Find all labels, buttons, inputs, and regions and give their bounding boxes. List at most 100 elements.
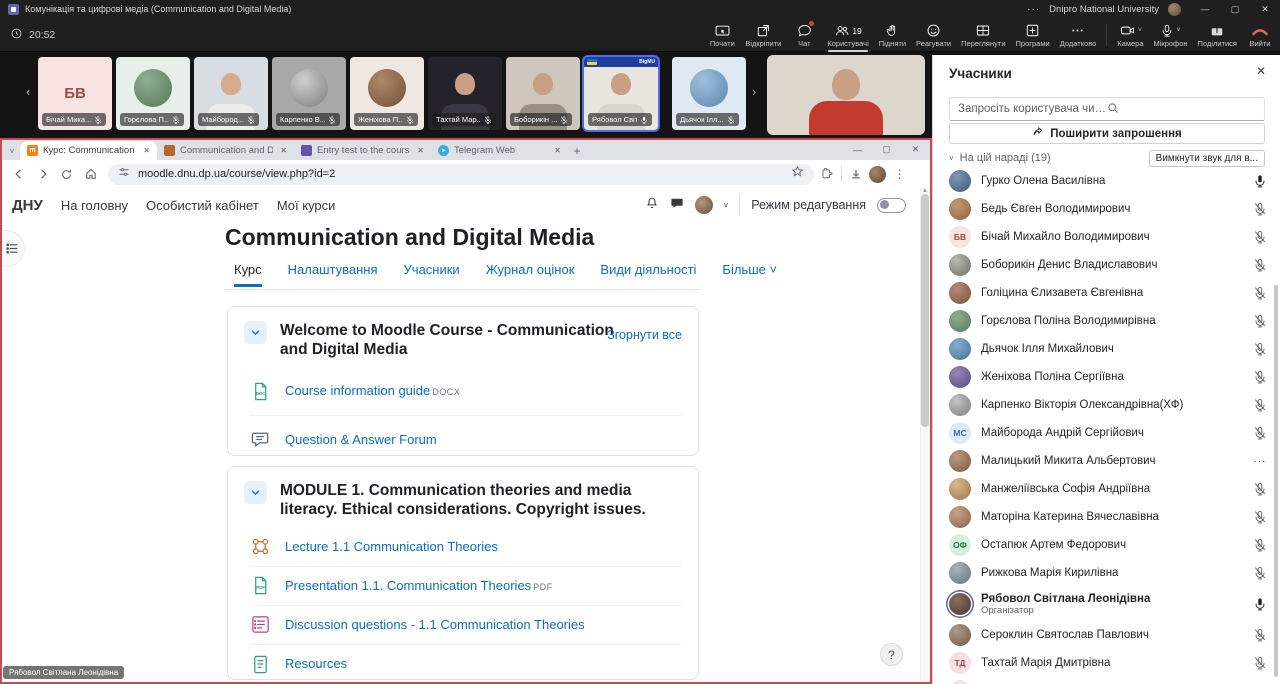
participant-row[interactable]: Боборикін Денис Владиславович <box>933 251 1280 279</box>
course-tab[interactable]: Журнал оцінок <box>486 262 575 284</box>
browser-profile-avatar[interactable] <box>869 166 886 183</box>
browser-menu-icon[interactable]: ⋮ <box>889 164 910 185</box>
browser-tab[interactable]: Communication and Digital Me✕ <box>157 141 294 160</box>
participant-row[interactable]: БВБічай Михайло Володимирович <box>933 223 1280 251</box>
section-collapse-button[interactable] <box>244 321 267 344</box>
toolbar-hand-button[interactable]: Підняти <box>874 18 911 52</box>
chevron-down-icon[interactable]: ˅ <box>1176 27 1180 34</box>
address-bar[interactable]: moodle.dnu.dp.ua/course/view.php?id=2 <box>108 164 814 185</box>
participant-row[interactable]: Манжеліївська Софія Андріївна <box>933 475 1280 503</box>
video-tile[interactable]: Тахтай Мар... <box>428 57 502 130</box>
mic-muted-icon[interactable] <box>1252 314 1268 328</box>
account-avatar[interactable] <box>1168 3 1181 16</box>
panel-close-icon[interactable]: ✕ <box>1256 64 1266 78</box>
toolbar-sharetray-button[interactable]: Поділитися <box>1193 18 1242 52</box>
participant-row[interactable]: Маторіна Катерина Вячеславівна <box>933 503 1280 531</box>
activity-link[interactable]: Presentation 1.1. Communication Theories <box>285 578 531 593</box>
messages-icon[interactable] <box>670 196 684 215</box>
video-tile[interactable]: BigMUРябовол Світла... <box>584 57 658 130</box>
reload-icon[interactable] <box>56 164 77 185</box>
toolbar-people-button[interactable]: 19Користувачі <box>822 18 873 52</box>
participant-row[interactable]: Горєлова Поліна Володимирівна <box>933 307 1280 335</box>
share-invite-button[interactable]: Поширити запрошення <box>949 123 1265 144</box>
forward-icon[interactable] <box>32 164 53 185</box>
course-tab[interactable]: Учасники <box>404 262 460 284</box>
participant-row[interactable]: Голіцина Єлизавета Євгенівна <box>933 279 1280 307</box>
mic-muted-icon[interactable] <box>1252 286 1268 300</box>
mic-on-icon[interactable] <box>1252 597 1268 611</box>
participant-row[interactable]: Гурко Олена Василівна <box>933 167 1280 195</box>
window-close-button[interactable]: ✕ <box>1250 0 1280 18</box>
browser-tab[interactable]: ➤Telegram Web✕ <box>431 141 568 160</box>
page-scrollbar[interactable]: ▲ <box>920 188 930 682</box>
moodle-user-avatar[interactable] <box>695 196 713 214</box>
participant-row[interactable]: Малицький Микита Альбертович··· <box>933 447 1280 475</box>
mic-muted-icon[interactable] <box>1252 398 1268 412</box>
browser-tab[interactable]: mКурс: Communication and Digi✕ <box>20 141 157 160</box>
moodle-nav-link-2[interactable]: Мої курси <box>277 198 336 213</box>
browser-tab[interactable]: Entry test to the course “Comm✕ <box>294 141 431 160</box>
activity-link[interactable]: Course information guide <box>285 383 430 398</box>
toolbar-chat-button[interactable]: Чат <box>786 18 822 52</box>
mic-muted-icon[interactable] <box>1252 258 1268 272</box>
section-collapse-icon[interactable]: ˅ <box>949 154 954 163</box>
participant-row[interactable]: Сероклин Святослав Павлович <box>933 621 1280 649</box>
video-tile[interactable]: Боборикін ... <box>506 57 580 130</box>
toolbar-more-button[interactable]: Додатково <box>1055 18 1102 52</box>
browser-maximize-button[interactable]: ▢ <box>872 140 901 159</box>
mic-on-icon[interactable] <box>1252 174 1268 188</box>
new-tab-button[interactable]: + <box>568 142 586 160</box>
back-icon[interactable] <box>8 164 29 185</box>
participant-row[interactable]: Женіхова Поліна Сергіївна <box>933 363 1280 391</box>
mic-muted-icon[interactable] <box>1252 342 1268 356</box>
participant-row[interactable]: ЧВЧорнобай Поліна Володимирівна <box>933 677 1280 684</box>
mic-muted-icon[interactable] <box>1252 230 1268 244</box>
panel-scrollbar[interactable] <box>1274 285 1278 677</box>
strip-scroll-left-icon[interactable]: ‹ <box>26 84 30 99</box>
mic-muted-icon[interactable] <box>1252 510 1268 524</box>
titlebar-more-icon[interactable]: ··· <box>1027 4 1040 15</box>
course-tab[interactable]: Курс <box>234 262 262 287</box>
invite-search-input[interactable]: Запросіть користувача чи наберіть номер <box>949 97 1265 121</box>
toolbar-camera-button[interactable]: ˅Камера <box>1112 18 1148 52</box>
participant-row[interactable]: МСМайборода Андрій Сергійович <box>933 419 1280 447</box>
window-minimize-button[interactable]: — <box>1190 0 1220 18</box>
activity-link[interactable]: Question & Answer Forum <box>285 432 437 447</box>
moodle-nav-link-0[interactable]: На головну <box>61 198 128 213</box>
account-name[interactable]: Dnipro National University <box>1049 4 1159 15</box>
page-scrollbar-thumb[interactable] <box>921 194 929 427</box>
strip-scroll-right-icon[interactable]: › <box>752 84 756 99</box>
mic-muted-icon[interactable] <box>1252 202 1268 216</box>
mic-muted-icon[interactable] <box>1252 538 1268 552</box>
site-settings-icon[interactable] <box>118 165 130 183</box>
downloads-icon[interactable] <box>845 164 866 185</box>
mic-muted-icon[interactable] <box>1252 656 1268 670</box>
spotlight-video-tile[interactable] <box>767 55 925 135</box>
video-tile[interactable]: Дьячок Ілл... <box>672 57 746 130</box>
activity-link[interactable]: Discussion questions - 1.1 Communication… <box>285 617 585 632</box>
browser-minimize-button[interactable]: — <box>843 140 872 159</box>
activity-link[interactable]: Resources <box>285 656 347 671</box>
mic-muted-icon[interactable] <box>1252 628 1268 642</box>
toolbar-popout-button[interactable]: Відкріпити <box>740 18 786 52</box>
chevron-down-icon[interactable]: ˅ <box>1138 27 1142 34</box>
tab-close-icon[interactable]: ✕ <box>143 146 150 155</box>
video-tile[interactable]: БВБічай Мика... <box>38 57 112 130</box>
video-tile[interactable]: Женіхова П... <box>350 57 424 130</box>
tab-close-icon[interactable]: ✕ <box>554 146 561 155</box>
participant-row[interactable]: Рябовол Світлана ЛеонідівнаОрганізатор <box>933 587 1280 621</box>
course-tab[interactable]: Налаштування <box>288 262 378 284</box>
user-menu-chevron-icon[interactable]: ˅ <box>724 201 729 210</box>
tab-close-icon[interactable]: ✕ <box>417 146 424 155</box>
participant-row[interactable]: ТДТахтай Марія Дмитрівна <box>933 649 1280 677</box>
bookmark-star-icon[interactable] <box>791 165 804 183</box>
toolbar-apps-button[interactable]: Програми <box>1011 18 1055 52</box>
tab-search-icon[interactable]: ˅ <box>4 142 20 160</box>
video-tile[interactable]: Горєлова П... <box>116 57 190 130</box>
toolbar-hangup-button[interactable]: Вийти <box>1242 18 1278 52</box>
mic-muted-icon[interactable] <box>1252 426 1268 440</box>
toolbar-mic-button[interactable]: ˅Мікрофон <box>1149 18 1193 52</box>
mic-muted-icon[interactable] <box>1252 482 1268 496</box>
moodle-nav-link-1[interactable]: Особистий кабінет <box>146 198 259 213</box>
mic-muted-icon[interactable] <box>1252 370 1268 384</box>
